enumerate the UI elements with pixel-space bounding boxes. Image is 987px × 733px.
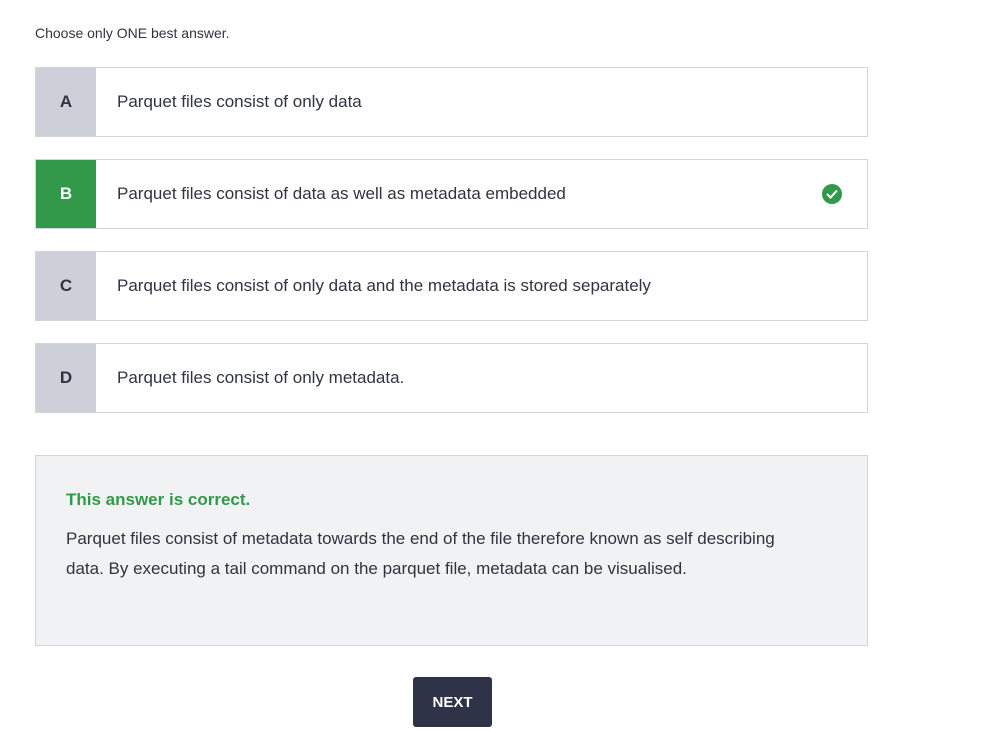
feedback-panel: This answer is correct. Parquet files co… — [35, 455, 868, 646]
option-text: Parquet files consist of only data and t… — [117, 276, 651, 295]
option-text: Parquet files consist of data as well as… — [117, 184, 566, 203]
option-text: Parquet files consist of only metadata. — [117, 368, 405, 387]
check-circle-icon — [822, 184, 842, 204]
feedback-body: Parquet files consist of metadata toward… — [66, 529, 775, 578]
option-letter: A — [36, 68, 96, 136]
option-text: Parquet files consist of only data — [117, 92, 362, 111]
option-c[interactable]: C Parquet files consist of only data and… — [35, 251, 868, 321]
instruction-text: Choose only ONE best answer. — [35, 25, 230, 41]
option-d[interactable]: D Parquet files consist of only metadata… — [35, 343, 868, 413]
next-button[interactable]: NEXT — [413, 677, 492, 727]
option-a[interactable]: A Parquet files consist of only data — [35, 67, 868, 137]
option-letter: C — [36, 252, 96, 320]
feedback-title: This answer is correct. — [66, 490, 251, 509]
option-letter: B — [36, 160, 96, 228]
option-b[interactable]: B Parquet files consist of data as well … — [35, 159, 868, 229]
option-letter: D — [36, 344, 96, 412]
